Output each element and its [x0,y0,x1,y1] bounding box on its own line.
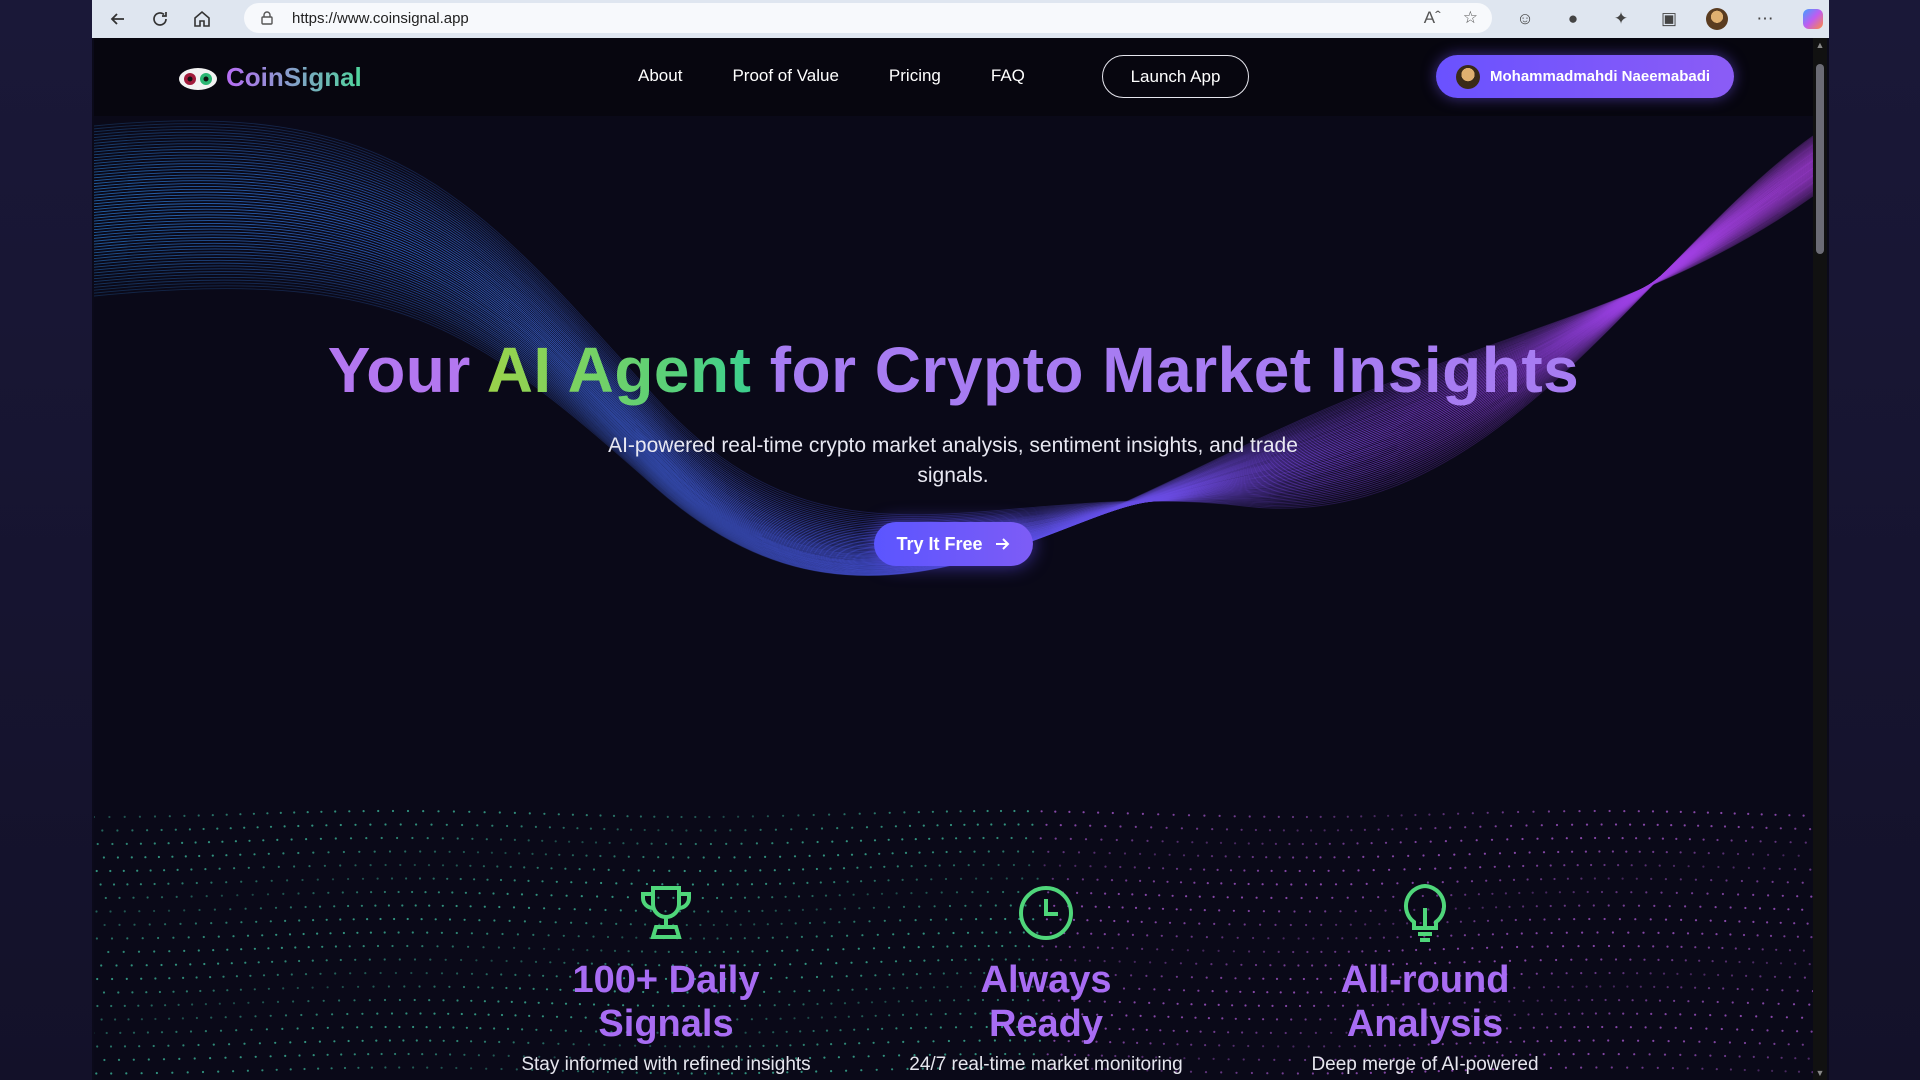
nav-faq[interactable]: FAQ [991,66,1025,86]
avatar [1456,64,1480,89]
feature-title-line2: Ready [988,1003,1104,1045]
favorite-star-icon[interactable]: ☆ [1463,8,1478,28]
feature-description: Stay informed with refined insights [521,1054,811,1075]
user-name: Mohammadmahdi Naeemabadi [1490,68,1711,85]
hero-title-part1: Your [327,334,487,406]
user-account-button[interactable]: Mohammadmahdi Naeemabadi [1436,55,1734,98]
feature-description: 24/7 real-time market monitoring [909,1054,1183,1075]
nav-proof-of-value[interactable]: Proof of Value [732,66,838,86]
feature-title-line1: All-round [1340,959,1510,1001]
logo[interactable]: CoinSignal [178,62,362,93]
feature-title-line1: Always [980,959,1112,1001]
home-icon[interactable] [186,3,218,35]
hero-subtitle: AI-powered real-time crypto market analy… [608,434,1298,487]
page-scrollbar[interactable]: ▲ ▼ [1813,38,1827,1080]
profile-avatar-icon[interactable] [1702,4,1732,34]
browser-window: https://www.coinsignal.app Aˆ ☆ ☺ ● ✦ ▣ … [92,0,1829,1080]
nav-pricing[interactable]: Pricing [889,66,941,86]
feature-title-line2: Signals [598,1003,734,1045]
lock-icon [261,11,273,25]
nav-about[interactable]: About [638,66,682,86]
trophy-icon [641,886,691,939]
extension-icon[interactable]: ☺ [1510,4,1540,34]
feature-description: Deep merge of AI-powered [1311,1054,1539,1075]
site-header: CoinSignal About Proof of Value Pricing … [94,38,1813,116]
scroll-down-icon[interactable]: ▼ [1815,1068,1825,1078]
feature-title-line1: 100+ Daily [572,959,760,1001]
copilot-icon[interactable] [1798,4,1828,34]
launch-app-button[interactable]: Launch App [1102,55,1249,98]
url-text: https://www.coinsignal.app [292,9,469,27]
feature-daily-signals: 100+ Daily Signals Stay informed with ref… [476,878,856,1076]
collections-icon[interactable]: ▣ [1654,4,1684,34]
address-bar[interactable]: https://www.coinsignal.app Aˆ ☆ [244,3,1492,33]
more-menu-icon[interactable]: ⋯ [1750,4,1780,34]
lightbulb-icon [1403,883,1447,942]
hero-title-highlight: AI Agent [486,334,752,406]
browser-toolbar: https://www.coinsignal.app Aˆ ☆ ☺ ● ✦ ▣ … [92,0,1829,38]
hero-title: Your AI Agent for Crypto Market Insights [94,333,1813,407]
feature-title-line2: Analysis [1346,1003,1504,1045]
feature-always-ready: Always Ready 24/7 real-time market monito… [856,878,1236,1076]
owl-logo-icon [179,67,217,90]
brand-name: CoinSignal [226,62,362,92]
scroll-up-icon[interactable]: ▲ [1815,40,1825,50]
profile-extension-icon[interactable]: ● [1558,4,1588,34]
cta-label: Try It Free [896,533,983,554]
extensions-puzzle-icon[interactable]: ✦ [1606,4,1636,34]
clock-icon [1019,886,1073,940]
hero-title-part3: for Crypto Market Insights [751,334,1580,406]
scrollbar-thumb[interactable] [1816,64,1824,254]
main-nav: About Proof of Value Pricing FAQ [638,66,1075,86]
arrow-right-icon [995,538,1009,550]
page-viewport: CoinSignal About Proof of Value Pricing … [94,38,1827,1080]
read-aloud-icon[interactable]: Aˆ [1424,8,1441,28]
back-icon[interactable] [102,3,134,35]
try-it-free-button[interactable]: Try It Free [874,522,1033,566]
feature-all-round-analysis: All-round Analysis Deep merge of AI-power… [1235,878,1615,1076]
reload-icon[interactable] [144,3,176,35]
